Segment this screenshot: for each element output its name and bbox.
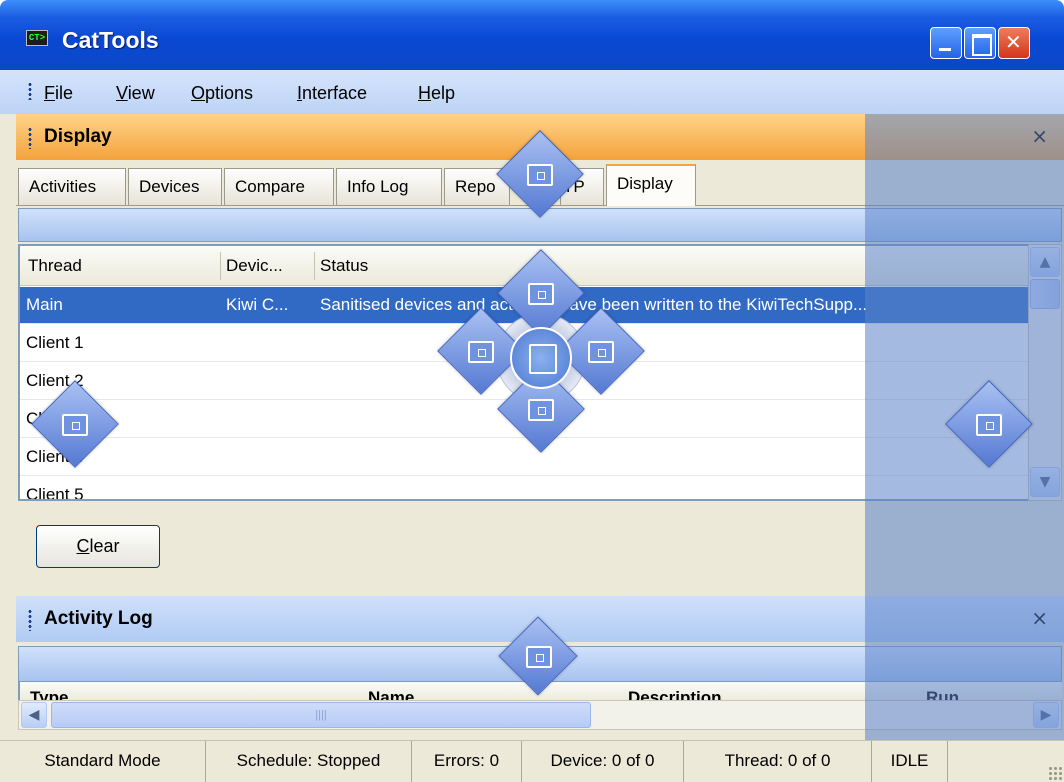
menu-bar: File View Options Interface Help [0,70,1064,114]
scroll-left-icon[interactable]: ◀ [21,702,47,728]
menu-help[interactable]: Help [418,83,455,104]
menu-grip-icon[interactable] [28,82,32,100]
activity-log-horizontal-scrollbar[interactable]: ◀ |||| ▶ [18,700,1062,730]
clear-button[interactable]: Clear [36,525,160,568]
scroll-thumb[interactable] [1030,279,1060,309]
activity-log-panel-title: Activity Log [44,608,153,629]
dock-center-left-glyph [468,341,494,363]
cell-device: Kiwi C... [226,295,289,314]
tab-info-log[interactable]: Info Log [336,168,442,205]
status-errors: Errors: 0 [412,741,522,782]
dock-center-right-glyph [588,341,614,363]
scroll-down-icon[interactable]: ▼ [1030,467,1060,497]
dock-left-glyph [62,414,88,436]
title-bar[interactable]: CT> CatTools [0,0,1064,70]
app-icon: CT> [26,30,48,46]
dock-center-tab-icon[interactable] [510,327,572,389]
activity-log-panel-close-icon[interactable]: × [1031,606,1048,630]
column-thread[interactable]: Thread [28,256,82,276]
table-row[interactable]: Client 5 [20,477,1030,501]
tab-display[interactable]: Display [606,164,696,206]
menu-interface[interactable]: Interface [297,83,367,104]
status-thread: Thread: 0 of 0 [684,741,872,782]
dock-bottom-glyph [526,646,552,668]
panel-grip-icon[interactable] [28,609,32,631]
cell-thread: Client 1 [26,333,84,352]
status-device: Device: 0 of 0 [522,741,684,782]
status-bar: Standard Mode Schedule: Stopped Errors: … [0,740,1064,782]
dock-top-glyph [527,164,553,186]
display-panel-close-icon[interactable]: × [1031,124,1048,148]
scroll-up-icon[interactable]: ▲ [1030,247,1060,277]
status-mode: Standard Mode [0,741,206,782]
panel-grip-icon[interactable] [28,127,32,149]
scroll-right-icon[interactable]: ▶ [1033,702,1059,728]
status-schedule: Schedule: Stopped [206,741,412,782]
menu-view[interactable]: View [116,83,155,104]
status-state: IDLE [872,741,948,782]
close-window-button[interactable] [998,27,1030,59]
tab-devices[interactable]: Devices [128,168,222,205]
dock-center-top-glyph [528,283,554,305]
cell-status: Sanitised devices and activities have be… [320,295,868,314]
maximize-button[interactable] [964,27,996,59]
menu-options[interactable]: Options [191,83,253,104]
cell-thread: Main [26,295,63,314]
column-device[interactable]: Devic... [226,256,283,276]
column-divider[interactable] [220,252,221,280]
tab-activities[interactable]: Activities [18,168,126,205]
column-divider[interactable] [314,252,315,280]
minimize-button[interactable] [930,27,962,59]
resize-grip-icon[interactable] [1048,766,1062,780]
window-title: CatTools [62,27,159,53]
menu-file[interactable]: File [44,83,73,104]
cell-thread: Client 5 [26,485,84,501]
scroll-thumb[interactable]: |||| [51,702,591,728]
dock-center-bottom-glyph [528,399,554,421]
table-row[interactable]: Client 4 [20,439,1030,476]
dock-right-glyph [976,414,1002,436]
tab-compare[interactable]: Compare [224,168,334,205]
display-panel-title: Display [44,126,112,147]
column-status[interactable]: Status [320,256,368,276]
thread-list-vertical-scrollbar[interactable]: ▲ ▼ [1028,244,1062,501]
